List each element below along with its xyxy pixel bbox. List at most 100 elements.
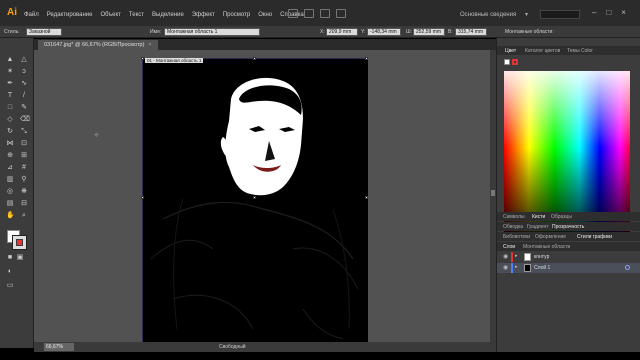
menu-edit[interactable]: Редактирование	[47, 12, 93, 18]
paintbrush-tool-icon[interactable]: ✎	[20, 104, 28, 111]
rectangle-tool-icon[interactable]: □	[6, 104, 14, 111]
width-field[interactable]: 252,59 mm	[413, 28, 445, 36]
magic-wand-tool-icon[interactable]: ✶	[6, 68, 14, 75]
workspace-switcher[interactable]: Основные сведения	[460, 12, 516, 18]
chevron-down-icon[interactable]: ▾	[525, 11, 528, 18]
fill-color-swatch[interactable]	[504, 59, 510, 65]
tab-color-themes[interactable]: Темы Color	[567, 48, 593, 54]
artboard-handle[interactable]	[141, 196, 144, 199]
hand-tool-icon[interactable]: ✋	[6, 212, 15, 219]
shape-builder-tool-icon[interactable]: ⊕	[6, 152, 14, 159]
type-tool-icon[interactable]: T	[6, 92, 14, 99]
eye-icon[interactable]: ◉	[503, 253, 508, 260]
graph-tool-icon[interactable]: ▤	[6, 200, 14, 207]
pen-tool-icon[interactable]: ✒	[6, 80, 14, 87]
menu-file[interactable]: Файл	[24, 12, 39, 18]
arrange-documents-icon[interactable]	[320, 9, 330, 18]
width-tool-icon[interactable]: ⋈	[6, 140, 14, 147]
close-icon[interactable]: ×	[621, 8, 626, 17]
appearance-panel-tabs: Библиотеки Оформление Стили графики	[497, 232, 640, 241]
bridge-icon[interactable]	[288, 9, 298, 18]
menu-effect[interactable]: Эффект	[192, 12, 215, 18]
close-icon[interactable]: ×	[148, 42, 151, 48]
tab-brushes[interactable]: Кисти	[532, 214, 545, 220]
gpu-icon[interactable]	[336, 9, 346, 18]
style-select[interactable]: Заказной	[26, 28, 62, 36]
layer-name[interactable]: Слой 1	[534, 265, 550, 271]
tab-appearance[interactable]: Оформление	[535, 234, 566, 240]
tab-libraries[interactable]: Библиотеки	[503, 234, 530, 240]
curvature-tool-icon[interactable]: ∿	[20, 80, 28, 87]
free-transform-tool-icon[interactable]: ⊡	[20, 140, 28, 147]
selection-tool-icon[interactable]: ▲	[6, 56, 14, 63]
swatch-panel-tabs: Символы Кисти Образцы	[497, 212, 640, 221]
tab-gradient[interactable]: Градиент	[527, 224, 549, 230]
artboard-handle[interactable]	[365, 196, 368, 199]
selection-indicator-icon[interactable]	[625, 265, 630, 270]
menu-select[interactable]: Выделение	[152, 12, 184, 18]
artboard-name-field[interactable]: Монтажная область 1	[164, 28, 260, 36]
artboard-label: 01 - Монтажная область 1	[145, 58, 204, 63]
artboard-tool-icon[interactable]: ⊟	[20, 200, 28, 207]
stroke-color-swatch[interactable]	[512, 59, 518, 65]
document-tab[interactable]: 031647.jpg* @ 66,67% (RGB/Просмотр) ×	[38, 40, 158, 50]
rotate-tool-icon[interactable]: ↻	[6, 128, 14, 135]
layer-row[interactable]: ◉ ▸ контур	[497, 252, 640, 262]
expand-triangle-icon[interactable]: ▸	[515, 253, 518, 259]
shaper-tool-icon[interactable]: ◇	[6, 116, 14, 123]
artboard-handle[interactable]	[365, 57, 368, 60]
search-input[interactable]	[540, 10, 580, 19]
zoom-tool-icon[interactable]: ⌕	[20, 212, 28, 219]
menu-view[interactable]: Просмотр	[223, 12, 250, 18]
menu-window[interactable]: Окно	[258, 12, 272, 18]
tab-graphic-styles[interactable]: Стили графики	[577, 234, 612, 240]
live-paint-tool-icon[interactable]: ⊞	[20, 152, 28, 159]
tab-swatches[interactable]: Образцы	[551, 214, 572, 220]
scrollbar-thumb[interactable]	[491, 190, 495, 196]
artboard[interactable]	[142, 58, 368, 343]
tab-symbols[interactable]: Символы	[503, 214, 525, 220]
eyedropper-tool-icon[interactable]: ⚲	[20, 176, 28, 183]
layer-row[interactable]: ◉ ▸ Слой 1	[497, 263, 640, 273]
lasso-tool-icon[interactable]: ↄ	[20, 68, 28, 75]
artboard-handle[interactable]	[253, 196, 256, 199]
minimize-icon[interactable]: –	[592, 8, 596, 17]
menu-type[interactable]: Текст	[129, 12, 144, 18]
gradient-mode-icon[interactable]: ▣	[16, 254, 24, 261]
zoom-field[interactable]: 66,67%	[44, 343, 74, 351]
perspective-grid-tool-icon[interactable]: ⊿	[6, 164, 14, 171]
tab-color[interactable]: Цвет	[505, 48, 516, 54]
symbol-sprayer-tool-icon[interactable]: ❋	[20, 188, 28, 195]
height-field[interactable]: 315,74 mm	[455, 28, 487, 36]
draw-mode-icon[interactable]: ◐	[6, 268, 14, 275]
direct-selection-tool-icon[interactable]: △	[20, 56, 28, 63]
gradient-tool-icon[interactable]: ▥	[6, 176, 14, 183]
stock-icon[interactable]	[304, 9, 314, 18]
canvas-area[interactable]: ⌖ 01 - Монтажная область 1	[34, 50, 496, 343]
color-mode-icon[interactable]: ■	[6, 254, 14, 261]
blend-tool-icon[interactable]: ◎	[6, 188, 14, 195]
artboard-handle[interactable]	[141, 57, 144, 60]
none-swatch-icon[interactable]	[17, 240, 22, 245]
eraser-tool-icon[interactable]: ⌫	[20, 116, 30, 123]
menu-object[interactable]: Объект	[100, 12, 120, 18]
tab-color-guide[interactable]: Каталог цветов	[525, 48, 560, 54]
menubar-icons	[288, 9, 346, 18]
tab-transparency[interactable]: Прозрачность	[552, 224, 584, 230]
expand-triangle-icon[interactable]: ▸	[515, 264, 518, 270]
main-menu: Файл Редактирование Объект Текст Выделен…	[24, 12, 304, 18]
line-tool-icon[interactable]: /	[20, 92, 28, 99]
maximize-icon[interactable]: □	[606, 8, 611, 17]
screen-mode-icon[interactable]: ▭	[6, 282, 14, 289]
tab-layers[interactable]: Слои	[503, 244, 515, 250]
eye-icon[interactable]: ◉	[503, 264, 508, 271]
y-field[interactable]: -148,34 mm	[367, 28, 401, 36]
scale-tool-icon[interactable]: ⤡	[20, 128, 28, 135]
layer-name[interactable]: контур	[534, 254, 549, 260]
tab-stroke[interactable]: Обводка	[503, 224, 523, 230]
layer-color	[511, 252, 513, 262]
tab-artboards[interactable]: Монтажные области	[523, 244, 570, 250]
artboard-handle[interactable]	[253, 57, 256, 60]
mesh-tool-icon[interactable]: #	[20, 164, 28, 171]
x-field[interactable]: 209,9 mm	[326, 28, 358, 36]
